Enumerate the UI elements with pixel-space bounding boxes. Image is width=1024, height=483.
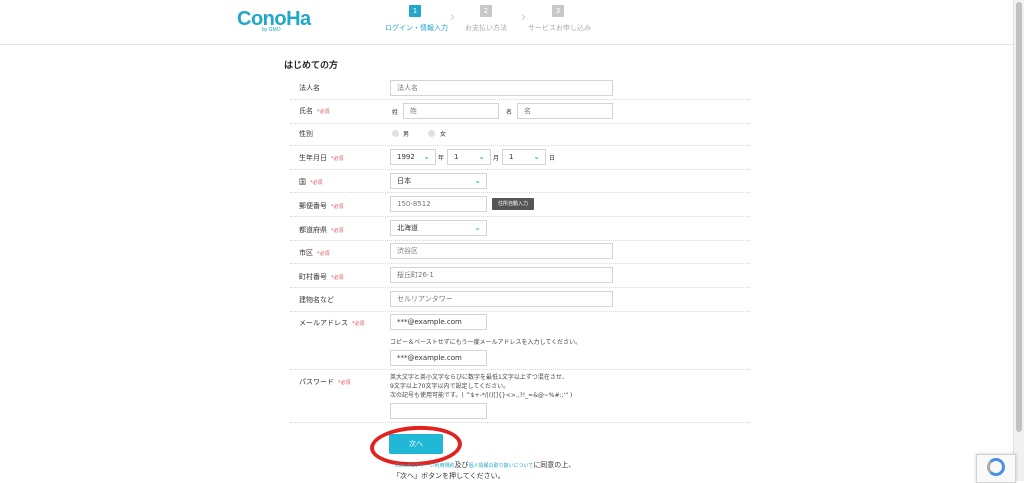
corp-label: 法人名 bbox=[299, 84, 320, 92]
gender-male-radio[interactable] bbox=[392, 130, 399, 137]
address-autofill-button[interactable]: 住所自動入力 bbox=[492, 198, 534, 210]
header: ConoHa by GMO 1 ログイン・情報入力 › 2 お支払い方法 › 3… bbox=[0, 0, 1014, 45]
corp-name-input[interactable]: 法人名 bbox=[390, 80, 613, 96]
country-label: 国 *必須 bbox=[299, 178, 323, 186]
chevron-right-icon: › bbox=[450, 10, 456, 25]
last-name-input[interactable]: 姓 bbox=[403, 103, 499, 119]
step-2-number: 2 bbox=[480, 5, 492, 17]
terms-link[interactable]: ConoHaチャージ利用規約 bbox=[395, 463, 454, 469]
country-select[interactable]: 日本 ⌄ bbox=[390, 173, 487, 189]
consent-text-2: 「次へ」ボタンを押してください。 bbox=[393, 472, 505, 480]
sei-label: 姓 bbox=[392, 109, 399, 116]
password-label: パスワード *必須 bbox=[299, 378, 351, 386]
consent-text: ConoHaチャージ利用規約及び個人情報の取り扱いについてに同意の上、 bbox=[395, 461, 576, 469]
required-mark: *必須 bbox=[331, 275, 344, 281]
chevron-down-icon: ⌄ bbox=[474, 176, 481, 185]
scrollbar[interactable] bbox=[1013, 0, 1024, 481]
birth-day-select[interactable]: 1 ⌄ bbox=[502, 149, 546, 165]
step-1-label: ログイン・情報入力 bbox=[385, 24, 448, 32]
step-3-label: サービスお申し込み bbox=[528, 24, 591, 32]
logo-sub: by GMO bbox=[262, 27, 281, 33]
step-3-number: 3 bbox=[552, 5, 564, 17]
building-label: 建物名など bbox=[299, 296, 334, 304]
birth-label: 生年月日 *必須 bbox=[299, 154, 344, 162]
email-label: メールアドレス *必須 bbox=[299, 319, 365, 327]
day-unit: 日 bbox=[549, 155, 556, 162]
scrollbar-thumb[interactable] bbox=[1016, 2, 1022, 432]
pref-row: 都道府県 *必須 bbox=[290, 216, 750, 241]
password-note-3: 次の記号も使用可能です。( ^$+-*/|()[]{}<>.,?!_=&@~%#… bbox=[390, 392, 573, 399]
town-input[interactable]: 桜丘町26-1 bbox=[390, 267, 613, 283]
gender-female-radio[interactable] bbox=[428, 130, 435, 137]
year-unit: 年 bbox=[438, 155, 445, 162]
gender-label: 性別 bbox=[299, 130, 313, 138]
chevron-down-icon: ⌄ bbox=[423, 152, 430, 161]
required-mark: *必須 bbox=[310, 180, 323, 186]
password-input[interactable] bbox=[390, 403, 487, 419]
gender-male-label: 男 bbox=[403, 131, 410, 138]
step-1: 1 ログイン・情報入力 bbox=[385, 5, 448, 33]
password-note-2: 9文字以上70文字以内で設定してください。 bbox=[390, 383, 510, 390]
gender-row: 性別 bbox=[290, 123, 750, 146]
step-2-label: お支払い方法 bbox=[465, 24, 507, 32]
email-confirm-note: コピー＆ペーストせずにもう一度メールアドレスを入力してください。 bbox=[390, 339, 582, 346]
privacy-link[interactable]: 個人情報の取り扱いについて bbox=[468, 463, 533, 469]
city-input[interactable]: 渋谷区 bbox=[390, 243, 613, 259]
required-mark: *必須 bbox=[317, 109, 330, 115]
required-mark: *必須 bbox=[331, 228, 344, 234]
chevron-down-icon: ⌄ bbox=[533, 152, 540, 161]
postal-label: 郵便番号 *必須 bbox=[299, 202, 344, 210]
building-input[interactable]: セルリアンタワー bbox=[390, 291, 613, 307]
month-unit: 月 bbox=[493, 155, 500, 162]
step-2: 2 お支払い方法 bbox=[464, 5, 508, 33]
required-mark: *必須 bbox=[338, 380, 351, 386]
chevron-down-icon: ⌄ bbox=[474, 223, 481, 232]
step-1-number: 1 bbox=[409, 5, 421, 17]
recaptcha-icon bbox=[987, 458, 1005, 476]
form-title: はじめての方 bbox=[284, 61, 339, 71]
first-name-input[interactable]: 名 bbox=[517, 103, 613, 119]
name-label: 氏名 *必須 bbox=[299, 107, 330, 115]
country-row: 国 *必須 bbox=[290, 169, 750, 193]
birth-month-select[interactable]: 1 ⌄ bbox=[447, 149, 491, 165]
town-label: 町村番号 *必須 bbox=[299, 273, 344, 281]
birth-year-select[interactable]: 1992 ⌄ bbox=[390, 149, 436, 165]
prefecture-select[interactable]: 北海道 ⌄ bbox=[390, 220, 487, 236]
email-input[interactable]: ***@example.com bbox=[390, 314, 487, 330]
pref-label: 都道府県 *必須 bbox=[299, 226, 344, 234]
required-mark: *必須 bbox=[317, 251, 330, 257]
recaptcha-badge[interactable] bbox=[976, 454, 1016, 483]
postal-code-input[interactable]: 150-8512 bbox=[390, 196, 487, 212]
password-note-1: 英大文字と英小文字ならびに数字を最低1文字以上ずつ混在させ、 bbox=[390, 374, 568, 381]
required-mark: *必須 bbox=[331, 156, 344, 162]
required-mark: *必須 bbox=[331, 204, 344, 210]
mei-label: 名 bbox=[506, 109, 513, 116]
chevron-down-icon: ⌄ bbox=[478, 152, 485, 161]
chevron-right-icon: › bbox=[521, 10, 527, 25]
required-mark: *必須 bbox=[352, 321, 365, 327]
step-3: 3 サービスお申し込み bbox=[528, 5, 591, 33]
email-confirm-input[interactable]: ***@example.com bbox=[390, 350, 487, 366]
city-label: 市区 *必須 bbox=[299, 249, 330, 257]
gender-female-label: 女 bbox=[440, 131, 447, 138]
